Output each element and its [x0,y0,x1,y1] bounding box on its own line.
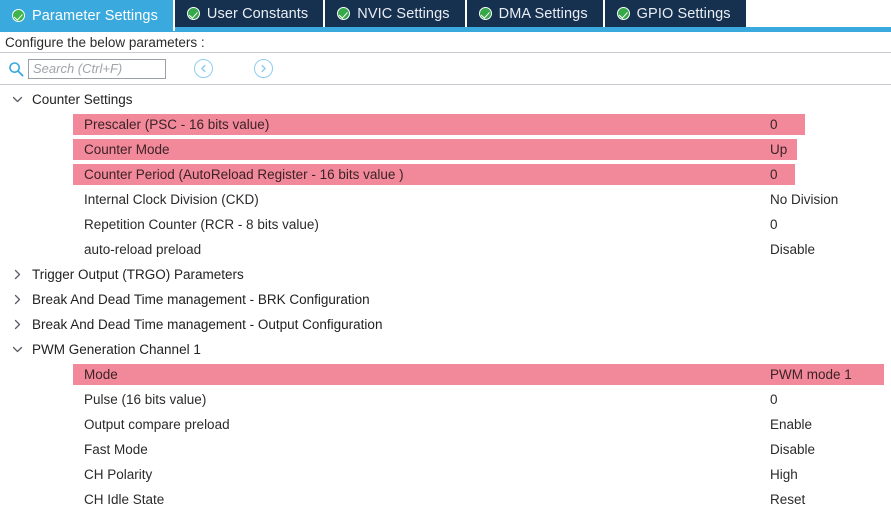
parameter-row[interactable]: Mode PWM mode 1 [0,362,891,387]
group-row[interactable]: Counter Settings [0,87,891,112]
parameter-row[interactable]: CH Polarity High [0,462,891,487]
search-next-button[interactable] [254,59,273,78]
tab-bar: Parameter Settings User Constants NVIC Set… [0,0,891,32]
parameter-value[interactable]: Disable [770,437,815,462]
parameter-name: auto-reload preload [84,242,202,257]
tab-parameter-settings[interactable]: Parameter Settings [0,0,175,31]
parameter-value[interactable]: Disable [770,237,815,262]
tab-nvic-settings[interactable]: NVIC Settings [325,0,467,27]
check-circle-icon [337,7,351,20]
instruction-text: Configure the below parameters : [0,31,891,53]
parameter-row[interactable]: auto-reload preload Disable [0,237,891,262]
parameter-name: CH Polarity [84,467,153,482]
tab-label: DMA Settings [498,5,588,22]
parameter-value[interactable]: Up [770,137,787,162]
parameter-value[interactable]: 0 [770,212,778,237]
parameter-name: Counter Period (AutoReload Register - 16… [84,167,404,182]
chevron-right-icon [261,64,266,73]
chevron-left-icon [201,64,206,73]
parameter-name: Mode [84,367,118,382]
parameter-value[interactable]: PWM mode 1 [770,362,852,387]
group-label: PWM Generation Channel 1 [32,342,201,357]
parameter-name: Internal Clock Division (CKD) [84,192,259,207]
check-circle-icon [478,7,492,20]
group-label: Counter Settings [32,92,133,107]
parameter-value[interactable]: 0 [770,112,778,137]
parameter-settings-panel: Parameter Settings User Constants NVIC Set… [0,0,891,524]
parameter-row[interactable]: Counter Period (AutoReload Register - 16… [0,162,891,187]
parameter-row[interactable]: Prescaler (PSC - 16 bits value) 0 [0,112,891,137]
parameter-tree: Counter Settings Prescaler (PSC - 16 bits… [0,85,891,512]
group-row[interactable]: PWM Generation Channel 1 [0,337,891,362]
group-row[interactable]: Break And Dead Time management - Output … [0,312,891,337]
parameter-name: CH Idle State [84,492,165,507]
group-label: Break And Dead Time management - BRK Con… [32,292,370,307]
group-row[interactable]: Trigger Output (TRGO) Parameters [0,262,891,287]
tab-gpio-settings[interactable]: GPIO Settings [604,0,748,27]
parameter-name: Fast Mode [84,442,148,457]
parameter-value[interactable]: 0 [770,387,778,412]
check-circle-icon [616,7,630,20]
parameter-name: Prescaler (PSC - 16 bits value) [84,117,270,132]
search-prev-button[interactable] [194,59,213,78]
tab-label: Parameter Settings [32,7,158,24]
chevron-right-icon[interactable] [7,287,27,312]
parameter-row[interactable]: Internal Clock Division (CKD) No Division [0,187,891,212]
tab-label: GPIO Settings [636,5,731,22]
chevron-right-icon[interactable] [7,312,27,337]
row-highlight [73,139,797,160]
group-label: Trigger Output (TRGO) Parameters [32,267,244,282]
search-icon [8,61,24,77]
parameter-value[interactable]: High [770,462,798,487]
tab-user-constants[interactable]: User Constants [174,0,326,27]
group-row[interactable]: Break And Dead Time management - BRK Con… [0,287,891,312]
group-label: Break And Dead Time management - Output … [32,317,383,332]
parameter-name: Repetition Counter (RCR - 8 bits value) [84,217,319,232]
parameter-value[interactable]: Reset [770,487,805,512]
tab-label: NVIC Settings [357,5,450,22]
parameter-row[interactable]: Pulse (16 bits value) 0 [0,387,891,412]
check-circle-icon [186,7,200,20]
parameter-value[interactable]: 0 [770,162,778,187]
parameter-row[interactable]: Fast Mode Disable [0,437,891,462]
parameter-name: Output compare preload [84,417,230,432]
check-circle-icon [12,9,25,22]
chevron-down-icon[interactable] [7,337,27,362]
row-highlight [73,364,884,385]
parameter-row[interactable]: Counter Mode Up [0,137,891,162]
parameter-name: Counter Mode [84,142,170,157]
search-toolbar [0,53,891,85]
parameter-value[interactable]: Enable [770,412,812,437]
parameter-value[interactable]: No Division [770,187,838,212]
search-input[interactable] [28,58,166,79]
chevron-right-icon[interactable] [7,262,27,287]
parameter-row[interactable]: Repetition Counter (RCR - 8 bits value) 0 [0,212,891,237]
parameter-row[interactable]: CH Idle State Reset [0,487,891,512]
chevron-down-icon[interactable] [7,87,27,112]
parameter-name: Pulse (16 bits value) [84,392,207,407]
tab-label: User Constants [206,5,309,22]
parameter-row[interactable]: Output compare preload Enable [0,412,891,437]
tab-dma-settings[interactable]: DMA Settings [466,0,605,27]
